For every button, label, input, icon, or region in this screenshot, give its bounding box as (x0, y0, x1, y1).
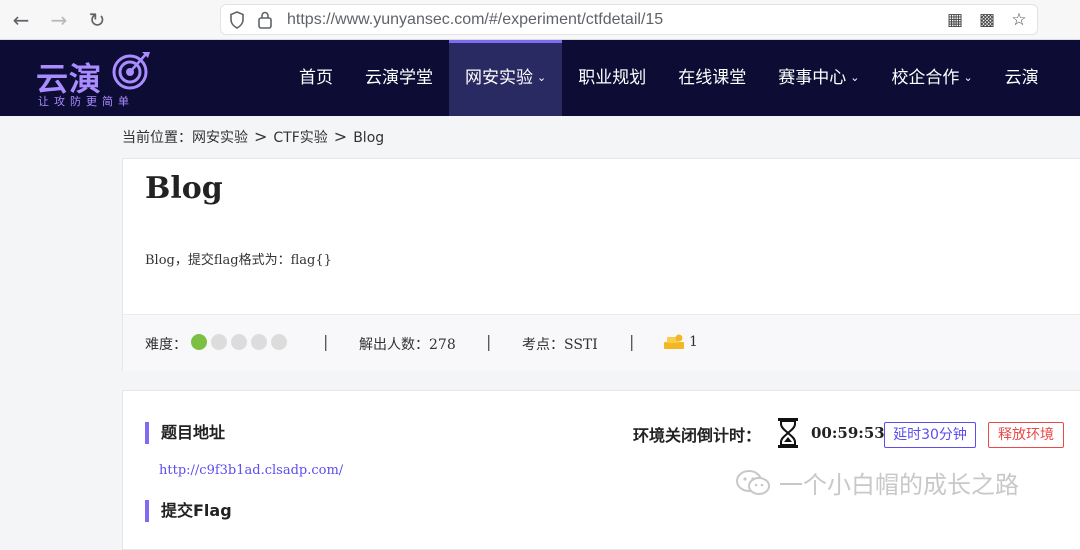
difficulty-dot-icon (251, 334, 267, 350)
browser-toolbar: ← → ↻ https://www.yunyansec.com/#/experi… (0, 0, 1080, 40)
reload-icon[interactable]: ↻ (84, 7, 110, 33)
topic-label: 考点：SSTI (522, 337, 598, 353)
breadcrumb-current: Blog (353, 130, 385, 146)
difficulty-dot-icon (191, 334, 207, 350)
wechat-icon (736, 469, 770, 495)
breadcrumb-separator: > (333, 127, 348, 146)
challenge-url-link[interactable]: http://c9f3b1ad.clsadp.com/ (159, 463, 343, 478)
nav-item-online-class[interactable]: 在线课堂 (662, 40, 762, 116)
watermark-text: 一个小白帽的成长之路 (779, 471, 1019, 499)
difficulty-rating (191, 334, 287, 350)
back-arrow-icon[interactable]: ← (8, 7, 34, 33)
nav-item-academy[interactable]: 云演学堂 (349, 40, 449, 116)
challenge-description: Blog，提交flag格式为：flag{} (145, 253, 332, 268)
watermark: 一个小白帽的成长之路 (735, 465, 1019, 500)
translate-icon[interactable]: ▩ (977, 10, 997, 30)
logo-slogan: 让攻防更简单 (38, 95, 134, 108)
meta-divider: | (629, 332, 635, 351)
chevron-down-icon: ⌄ (963, 71, 973, 84)
nav-item-cooperation[interactable]: 校企合作 ⌄ (875, 40, 988, 116)
forward-arrow-icon[interactable]: → (46, 7, 72, 33)
nav-item-competitions[interactable]: 赛事中心 ⌄ (762, 40, 875, 116)
chevron-down-icon: ⌄ (850, 71, 860, 84)
nav-item-career[interactable]: 职业规划 (562, 40, 662, 116)
breadcrumb-item[interactable]: CTF实验 (273, 130, 327, 146)
hourglass-icon (778, 418, 798, 448)
nav-item-experiments[interactable]: 网安实验 ⌄ (449, 40, 563, 116)
difficulty-dot-icon (211, 334, 227, 350)
breadcrumb-prefix: 当前位置： (122, 130, 192, 146)
countdown-value: 00:59:53 (811, 424, 885, 442)
nav-item-yunyan[interactable]: 云演 (989, 40, 1055, 116)
reward-points: 1 (689, 334, 698, 350)
meta-divider: | (323, 332, 329, 351)
challenge-title: Blog (145, 171, 223, 206)
url-text[interactable]: https://www.yunyansec.com/#/experiment/c… (287, 11, 663, 29)
difficulty-label: 难度： (145, 337, 187, 353)
release-environment-button[interactable]: 释放环境 (988, 422, 1064, 448)
qr-code-icon[interactable]: ▦ (945, 10, 965, 30)
difficulty-dot-icon (231, 334, 247, 350)
bookmark-star-icon[interactable]: ☆ (1009, 10, 1029, 30)
shield-icon[interactable] (229, 11, 245, 29)
address-bar[interactable]: https://www.yunyansec.com/#/experiment/c… (220, 4, 1038, 35)
nav-item-home[interactable]: 首页 (283, 40, 349, 116)
submit-flag-section-title: 提交Flag (145, 500, 232, 522)
extend-30min-button[interactable]: 延时30分钟 (884, 422, 976, 448)
breadcrumb-separator: > (254, 127, 268, 146)
breadcrumb: 当前位置：网安实验 > CTF实验 > Blog (122, 127, 384, 147)
difficulty-dot-icon (271, 334, 287, 350)
site-header: 云演 让攻防更简单 首页 云演学堂 网安实验 ⌄ 职业规划 在线课堂 赛事中心 ⌄ … (0, 40, 1080, 116)
challenge-card: Blog Blog，提交flag格式为：flag{} 难度： | 解出人数：27… (122, 158, 1080, 371)
solved-count: 解出人数：278 (359, 337, 456, 353)
address-section-title: 题目地址 (145, 422, 225, 444)
chevron-down-icon: ⌄ (537, 71, 547, 84)
gold-coin-icon (664, 334, 684, 349)
site-logo[interactable]: 云演 让攻防更简单 (36, 48, 154, 108)
breadcrumb-item[interactable]: 网安实验 (192, 130, 248, 146)
challenge-meta-bar: 难度： | 解出人数：278 | 考点：SSTI | 1 (123, 314, 1080, 371)
lock-icon[interactable] (257, 10, 273, 30)
countdown-label: 环境关闭倒计时： (633, 426, 762, 445)
main-nav: 首页 云演学堂 网安实验 ⌄ 职业规划 在线课堂 赛事中心 ⌄ 校企合作 ⌄ 云演 (283, 40, 1055, 116)
target-icon (112, 52, 150, 90)
meta-divider: | (486, 332, 492, 351)
